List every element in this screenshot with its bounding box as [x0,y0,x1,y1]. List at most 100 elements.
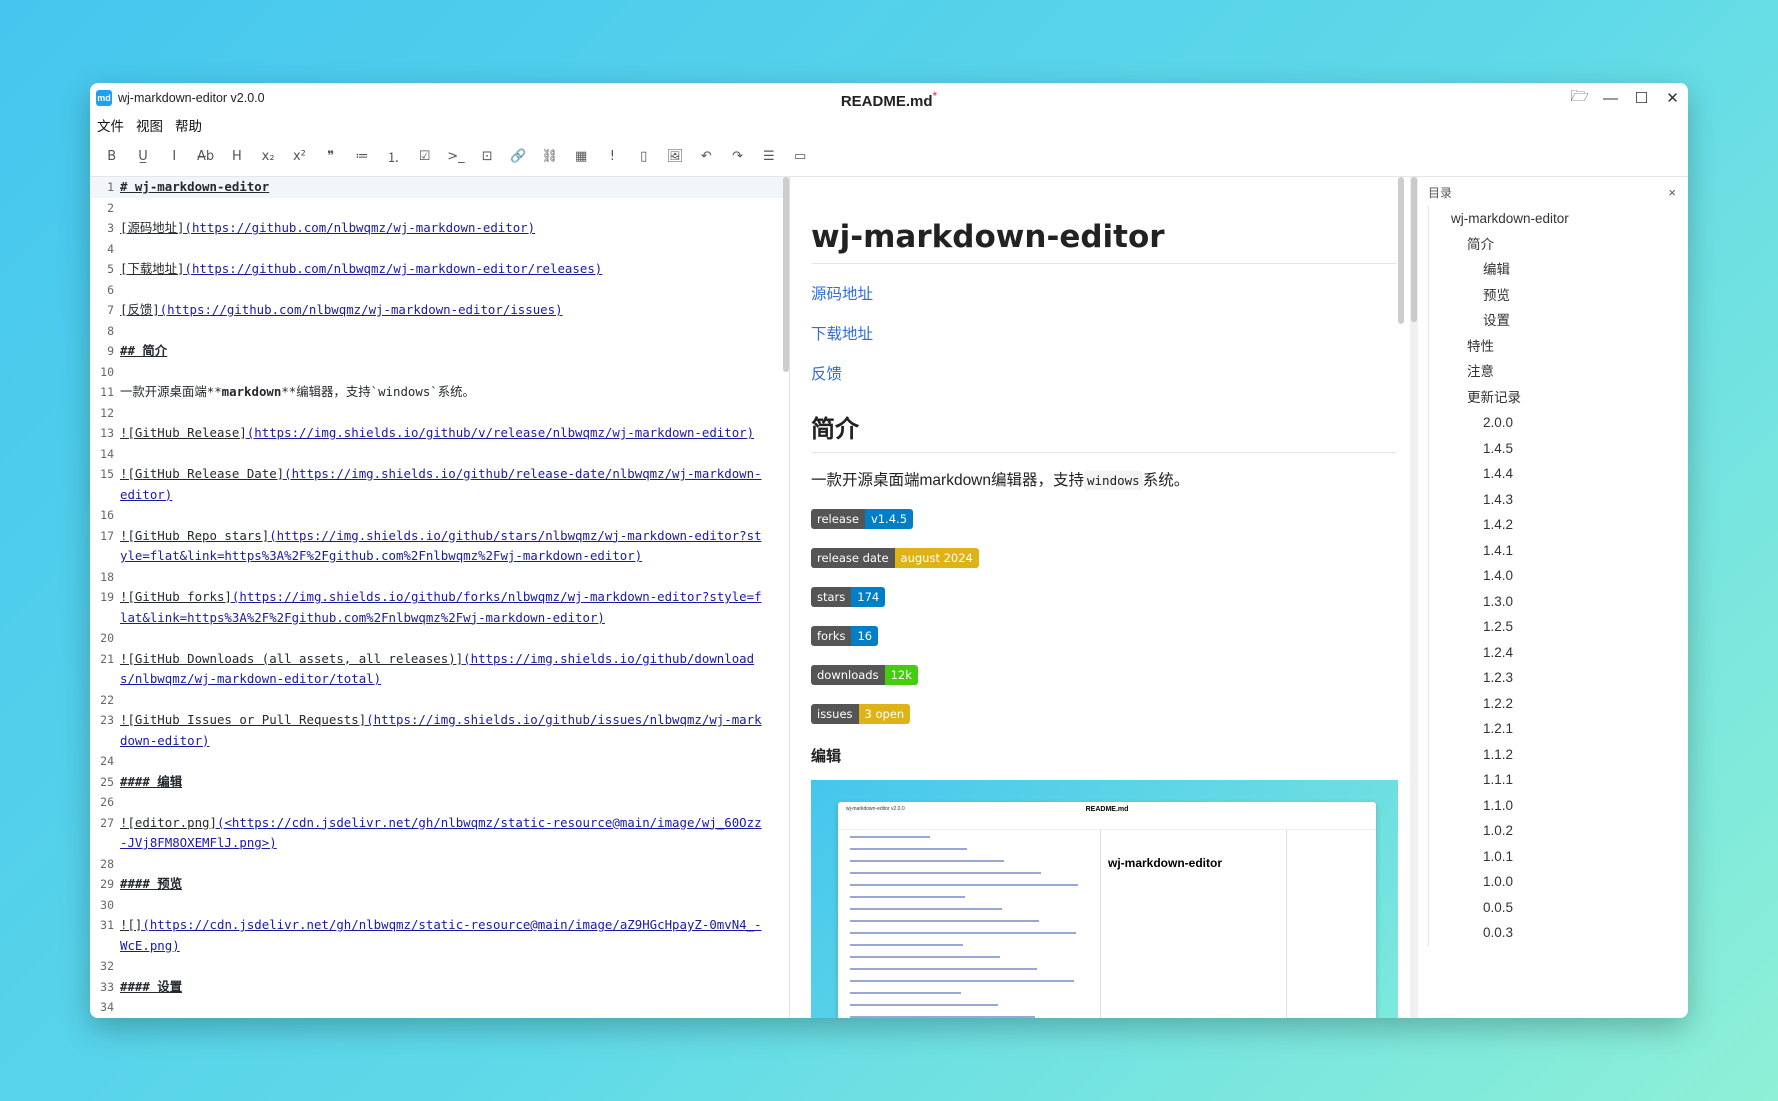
editor-line[interactable]: 1​# wj-markdown-editor [90,177,789,198]
line-content[interactable]: ​ [116,895,764,916]
editor-line[interactable]: 11​一款开源桌面端**markdown**编辑器，支持`windows`系统。 [90,382,789,403]
quote-icon[interactable]: ❞ [315,143,346,171]
line-content[interactable]: ​![GitHub Release](https://img.shields.i… [116,423,764,444]
comment-icon[interactable]: ▭ [785,143,816,171]
toc-item[interactable]: 1.1.1 [1429,767,1688,793]
toc-item[interactable]: 1.4.4 [1429,461,1688,487]
editor-line[interactable]: 31​![](https://cdn.jsdelivr.net/gh/nlbwq… [90,915,789,956]
table-icon[interactable]: ▦ [565,143,596,171]
italic-icon[interactable]: I [159,143,190,171]
editor-line[interactable]: 33​#### 设置 [90,977,789,998]
toc-item[interactable]: 1.4.1 [1429,538,1688,564]
line-content[interactable]: ​ [116,792,764,813]
editor-line[interactable]: 12​ [90,403,789,424]
toc-item[interactable]: 更新记录 [1429,385,1688,411]
toc-item[interactable]: 0.0.3 [1429,920,1688,946]
line-content[interactable]: ​![GitHub Release Date](https://img.shie… [116,464,764,505]
toc-item[interactable]: 注意 [1429,359,1688,385]
toc-item[interactable]: 1.1.0 [1429,793,1688,819]
toc-item[interactable]: 1.2.5 [1429,614,1688,640]
editor-line[interactable]: 29​#### 预览 [90,874,789,895]
toc-item[interactable]: 预览 [1429,283,1688,309]
bold-icon[interactable]: B [96,143,127,171]
editor-line[interactable]: 18​ [90,567,789,588]
toc-item[interactable]: 1.0.0 [1429,869,1688,895]
editor-line[interactable]: 10​ [90,362,789,383]
undo-icon[interactable]: ↶ [691,143,722,171]
heading-icon[interactable]: H [221,143,252,171]
toc-item[interactable]: 1.0.1 [1429,844,1688,870]
editor-line[interactable]: 3​[源码地址](https://github.com/nlbwqmz/wj-m… [90,218,789,239]
toc-item[interactable]: 1.2.3 [1429,665,1688,691]
toc-item[interactable]: 0.0.5 [1429,895,1688,921]
editor-line[interactable]: 21​![GitHub Downloads (all assets, all r… [90,649,789,690]
markdown-editor[interactable]: 1​# wj-markdown-editor2​3​[源码地址](https:/… [90,177,790,1018]
editor-line[interactable]: 32​ [90,956,789,977]
link-alt-icon[interactable]: ⛓ [534,143,565,171]
underline-icon[interactable]: U̲ [127,143,158,171]
line-content[interactable]: ​ [116,280,764,301]
toc-item[interactable]: 编辑 [1429,257,1688,283]
minimize-icon[interactable]: — [1595,83,1626,113]
line-content[interactable]: ​[反馈](https://github.com/nlbwqmz/wj-mark… [116,300,764,321]
link-icon[interactable]: 🔗 [503,143,534,171]
editor-line[interactable]: 4​ [90,239,789,260]
toc-item[interactable]: 1.2.4 [1429,640,1688,666]
line-content[interactable]: ​ [116,854,764,875]
toc-item[interactable]: 1.4.5 [1429,436,1688,462]
editor-line[interactable]: 23​![GitHub Issues or Pull Requests](htt… [90,710,789,751]
line-content[interactable]: ​![GitHub Repo stars](https://img.shield… [116,526,764,567]
toc-icon[interactable]: ☰ [753,143,784,171]
toc-item[interactable]: 2.0.0 [1429,410,1688,436]
line-content[interactable]: ​ [116,690,764,711]
editor-line[interactable]: 15​![GitHub Release Date](https://img.sh… [90,464,789,505]
maximize-icon[interactable]: ☐ [1626,83,1657,113]
menu-file[interactable]: 文件 [97,115,124,135]
line-content[interactable]: ​ [116,321,764,342]
line-content[interactable]: ​[源码地址](https://github.com/nlbwqmz/wj-ma… [116,218,764,239]
toc-item[interactable]: wj-markdown-editor [1429,206,1688,232]
line-content[interactable]: ​![editor.png](<https://cdn.jsdelivr.net… [116,813,764,854]
toc-item[interactable]: 1.0.2 [1429,818,1688,844]
toc-item[interactable]: 1.2.2 [1429,691,1688,717]
preview-link-download[interactable]: 下载地址 [811,322,1392,344]
line-content[interactable]: ​#### 预览 [116,874,764,895]
image-icon[interactable]: 🖼 [659,143,690,171]
toc-close-icon[interactable]: × [1668,185,1676,200]
editor-line[interactable]: 17​![GitHub Repo stars](https://img.shie… [90,526,789,567]
code-block-icon[interactable]: ⊡ [472,143,503,171]
editor-line[interactable]: 26​ [90,792,789,813]
editor-line[interactable]: 22​ [90,690,789,711]
editor-line[interactable]: 20​ [90,628,789,649]
editor-line[interactable]: 27​![editor.png](<https://cdn.jsdelivr.n… [90,813,789,854]
preview-link-source[interactable]: 源码地址 [811,282,1392,304]
editor-line[interactable]: 7​[反馈](https://github.com/nlbwqmz/wj-mar… [90,300,789,321]
line-content[interactable]: ​ [116,403,764,424]
toc-item[interactable]: 特性 [1429,334,1688,360]
container-icon[interactable]: ▯ [628,143,659,171]
open-folder-icon[interactable]: 🗁 [1564,83,1595,113]
unordered-list-icon[interactable]: ≔ [346,143,377,171]
editor-line[interactable]: 19​![GitHub forks](https://img.shields.i… [90,587,789,628]
ordered-list-icon[interactable]: ⒈ [378,143,409,171]
editor-line[interactable]: 8​ [90,321,789,342]
editor-line[interactable]: 24​ [90,751,789,772]
task-list-icon[interactable]: ☑ [409,143,440,171]
strikethrough-icon[interactable]: A̶b [190,143,221,171]
toc-item[interactable]: 1.4.2 [1429,512,1688,538]
menu-help[interactable]: 帮助 [175,115,202,135]
line-content[interactable]: ​ [116,751,764,772]
inline-code-icon[interactable]: >_ [440,143,471,171]
line-content[interactable]: ​ [116,997,764,1018]
editor-line[interactable]: 6​ [90,280,789,301]
toc-item[interactable]: 1.1.2 [1429,742,1688,768]
line-content[interactable]: ​ [116,362,764,383]
redo-icon[interactable]: ↷ [722,143,753,171]
editor-line[interactable]: 9​## 简介 [90,341,789,362]
line-content[interactable]: ​## 简介 [116,341,764,362]
editor-line[interactable]: 14​ [90,444,789,465]
toc-resize-handle[interactable] [1410,177,1418,1018]
toc-item[interactable]: 1.2.1 [1429,716,1688,742]
toc-item[interactable]: 1.4.3 [1429,487,1688,513]
line-content[interactable]: ​#### 设置 [116,977,764,998]
